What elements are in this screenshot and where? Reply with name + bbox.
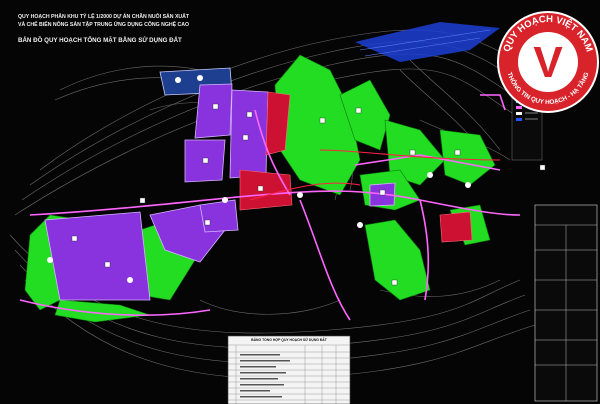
map-title: QUY HOẠCH PHÂN KHU TỶ LỆ 1/2000 DỰ ÁN CH… [18, 12, 190, 44]
map-canvas: QUY HOẠCH PHÂN KHU TỶ LỆ 1/2000 DỰ ÁN CH… [0, 0, 600, 404]
table-title: BẢNG TỔNG HỢP QUY HOẠCH SỬ DỤNG ĐẤT [251, 337, 328, 342]
land-use-table: BẢNG TỔNG HỢP QUY HOẠCH SỬ DỤNG ĐẤT [227, 335, 351, 404]
water-body [355, 22, 500, 62]
watermark-badge: QUY HOẠCH VIỆT NAM THÔNG TIN QUY HOẠCH -… [497, 11, 599, 113]
badge-letter: V [533, 38, 563, 87]
title-line-2: VÀ CHẾ BIẾN NÔNG SẢN TẬP TRUNG ỨNG DỤNG … [18, 20, 189, 28]
title-line-1: QUY HOẠCH PHÂN KHU TỶ LỆ 1/2000 DỰ ÁN CH… [18, 12, 190, 20]
map-name: BẢN ĐỒ QUY HOẠCH TỔNG MẶT BẰNG SỬ DỤNG Đ… [18, 36, 182, 44]
title-block [534, 204, 598, 402]
planning-map: QUY HOẠCH PHÂN KHU TỶ LỆ 1/2000 DỰ ÁN CH… [9, 11, 599, 404]
